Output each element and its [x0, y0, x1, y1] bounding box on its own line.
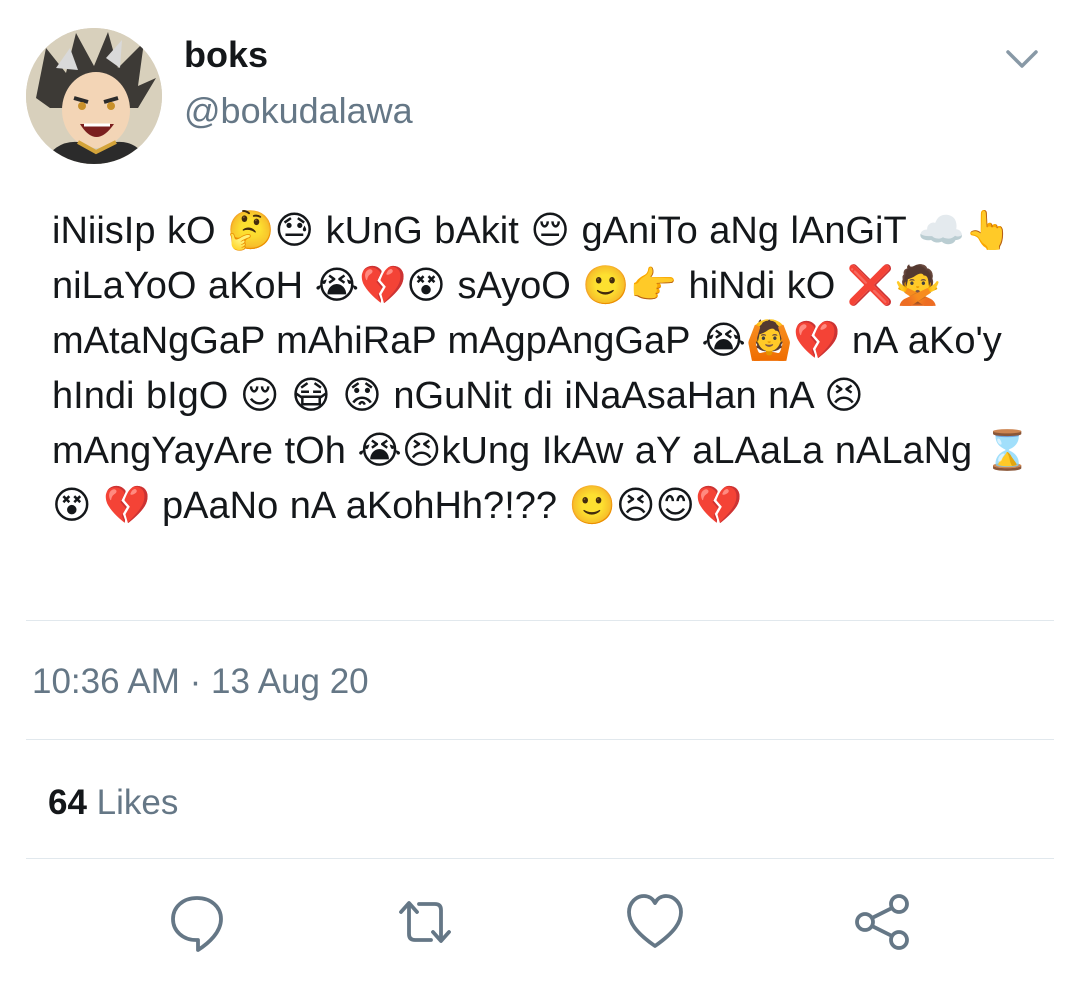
divider [26, 858, 1054, 859]
divider [26, 620, 1054, 621]
chevron-down-icon[interactable] [1000, 40, 1044, 80]
tweet-text: iNiisIp kO 🤔😓 kUnG bAkit 😔 gAniTo aNg lA… [52, 210, 1032, 527]
share-icon[interactable] [853, 890, 913, 954]
retweet-icon[interactable] [395, 890, 455, 954]
display-name[interactable]: boks [184, 34, 268, 76]
likes-number: 64 [48, 783, 87, 822]
avatar[interactable] [26, 28, 162, 164]
username-handle[interactable]: @bokudalawa [184, 90, 413, 132]
action-bar [0, 890, 1079, 960]
likes-count[interactable]: 64 Likes [48, 783, 178, 823]
tweet: boks @bokudalawa iNiisIp kO 🤔😓 kUnG bAki… [0, 0, 1079, 987]
anime-avatar-icon [26, 28, 162, 164]
likes-label: Likes [96, 783, 179, 822]
timestamp[interactable]: 10:36 AM · 13 Aug 20 [32, 662, 369, 702]
divider [26, 739, 1054, 740]
heart-icon[interactable] [625, 890, 685, 954]
reply-icon[interactable] [167, 890, 227, 954]
